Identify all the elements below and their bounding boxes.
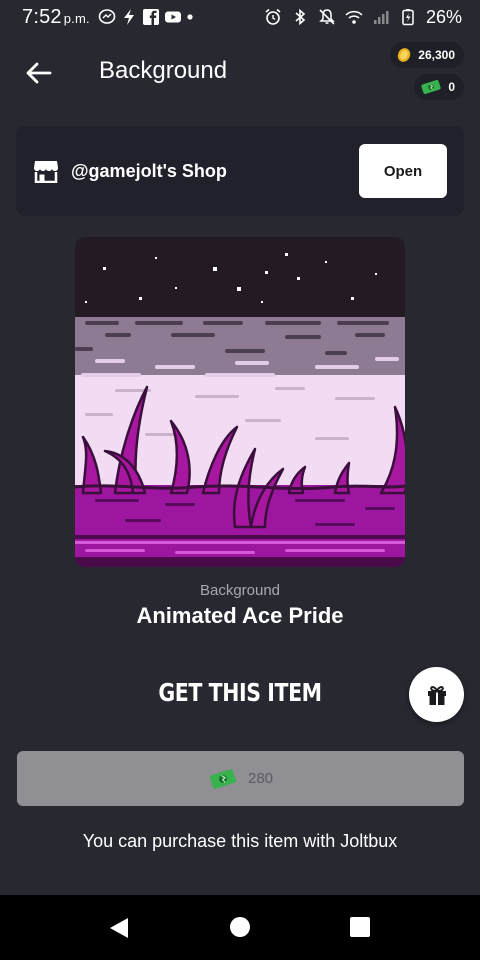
joltbux-icon (209, 768, 237, 789)
clock-text: 7:52 (22, 5, 62, 28)
signal-icon (372, 8, 390, 26)
buy-with-joltbux-button[interactable]: 280 (17, 751, 464, 806)
joltbux-balance[interactable]: 0 (414, 74, 464, 100)
bluetooth-icon (291, 8, 309, 26)
shop-card: @gamejolt's Shop Open (16, 126, 464, 216)
nav-home-icon[interactable] (230, 917, 250, 937)
coin-balance[interactable]: 26,300 (390, 42, 464, 68)
nav-recents-icon[interactable] (350, 917, 370, 937)
clock-ampm: p.m. (63, 10, 90, 26)
joltbux-icon (421, 79, 441, 95)
dot-icon (186, 8, 194, 26)
mute-icon (318, 8, 336, 26)
price-label: 280 (247, 770, 274, 787)
item-name: Animated Ace Pride (136, 603, 344, 628)
ace-pride-background-art (75, 237, 405, 567)
alarm-icon (264, 8, 282, 26)
battery-percent: 26% (425, 6, 462, 27)
coin-icon (398, 48, 411, 62)
facebook-icon (142, 8, 160, 26)
gift-button[interactable] (409, 667, 464, 722)
open-shop-button[interactable]: Open (359, 144, 447, 198)
get-item-heading: GET THIS ITEM (158, 678, 322, 707)
status-bar: 7:52 p.m. 26% (0, 0, 480, 34)
page-title: Background (99, 57, 228, 84)
item-preview-image (75, 237, 405, 567)
system-navigation-bar (0, 895, 480, 960)
gift-icon (427, 685, 446, 705)
battery-icon (399, 8, 417, 26)
item-type-label: Background (199, 582, 281, 599)
back-button[interactable] (22, 56, 56, 90)
nav-back-icon[interactable] (108, 916, 130, 940)
system-icons: 26% (264, 7, 462, 28)
arrow-left-icon (26, 62, 52, 84)
storefront-icon (34, 161, 58, 183)
bolt-icon (120, 8, 138, 26)
purchase-note: You can purchase this item with Joltbux (82, 831, 398, 851)
status-time: 7:52 p.m. (22, 6, 90, 29)
coin-amount: 26,300 (418, 48, 455, 62)
notification-icons (98, 8, 194, 26)
messenger-icon (98, 8, 116, 26)
youtube-icon (164, 8, 182, 26)
wifi-icon (345, 8, 363, 26)
joltbux-amount: 0 (448, 80, 455, 94)
wallet-balances[interactable]: 26,300 0 (390, 42, 464, 100)
shop-name[interactable]: @gamejolt's Shop (71, 161, 227, 182)
